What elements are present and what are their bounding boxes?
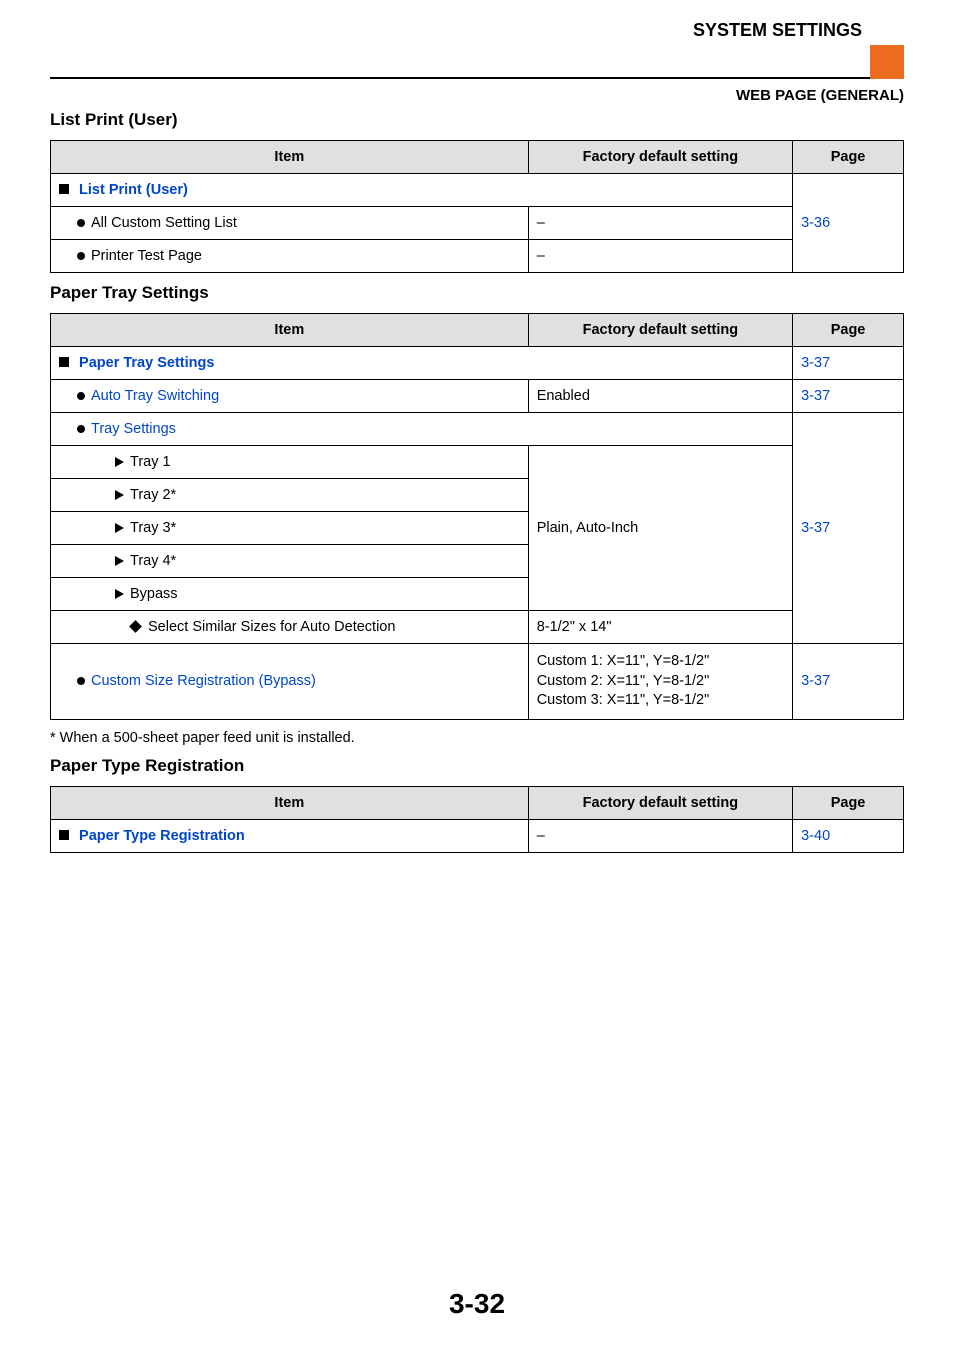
item-label: Tray 1 [130, 454, 171, 470]
page-ref-3-36[interactable]: 3-36 [793, 174, 904, 273]
th-factory: Factory default setting [528, 141, 792, 174]
page-ref-3-37[interactable]: 3-37 [793, 380, 904, 413]
page-ref-3-40[interactable]: 3-40 [793, 819, 904, 852]
bullet-icon [77, 219, 85, 227]
page-number: 3-32 [0, 1288, 954, 1320]
link-custom-size-registration[interactable]: Custom Size Registration (Bypass) [91, 673, 316, 689]
orange-accent-bar [870, 45, 904, 79]
row-printer-test-page: Printer Test Page [51, 240, 529, 273]
th-item: Item [51, 786, 529, 819]
triangle-icon [115, 523, 124, 533]
th-factory: Factory default setting [528, 314, 792, 347]
item-label: Printer Test Page [91, 248, 202, 264]
system-settings-heading: SYSTEM SETTINGS [693, 20, 870, 45]
section-title-paper-type: Paper Type Registration [50, 756, 904, 776]
custom-size-line: Custom 1: X=11", Y=8-1/2" [537, 652, 784, 672]
page-ref-3-37[interactable]: 3-37 [793, 644, 904, 720]
square-icon [59, 357, 69, 367]
row-tray-settings: Tray Settings [51, 413, 793, 446]
cell-factory: 8-1/2" x 14" [528, 611, 792, 644]
square-icon [59, 184, 69, 194]
th-item: Item [51, 314, 529, 347]
link-paper-tray-settings[interactable]: Paper Tray Settings [79, 355, 214, 371]
item-label: All Custom Setting List [91, 215, 237, 231]
square-icon [59, 830, 69, 840]
link-auto-tray-switching[interactable]: Auto Tray Switching [91, 388, 219, 404]
cell-factory: – [528, 819, 792, 852]
row-paper-type-registration: Paper Type Registration [51, 819, 529, 852]
bullet-icon [77, 425, 85, 433]
th-item: Item [51, 141, 529, 174]
row-bypass: Bypass [51, 578, 529, 611]
page-ref-3-37[interactable]: 3-37 [793, 413, 904, 644]
link-tray-settings[interactable]: Tray Settings [91, 421, 176, 437]
row-select-similar: Select Similar Sizes for Auto Detection [51, 611, 529, 644]
cell-factory-custom-sizes: Custom 1: X=11", Y=8-1/2" Custom 2: X=11… [528, 644, 792, 720]
triangle-icon [115, 589, 124, 599]
item-label: Tray 3* [130, 520, 176, 536]
bullet-icon [77, 677, 85, 685]
item-label: Tray 2* [130, 487, 176, 503]
section-title-list-print: List Print (User) [50, 110, 904, 130]
custom-size-line: Custom 3: X=11", Y=8-1/2" [537, 691, 784, 711]
sub-header: WEB PAGE (GENERAL) [50, 87, 904, 104]
item-label: Select Similar Sizes for Auto Detection [148, 619, 395, 635]
row-tray2: Tray 2* [51, 479, 529, 512]
th-page: Page [793, 786, 904, 819]
row-list-print-header: List Print (User) [51, 174, 793, 207]
header-rule [50, 45, 870, 79]
item-label: Tray 4* [130, 553, 176, 569]
th-page: Page [793, 314, 904, 347]
link-paper-type-registration[interactable]: Paper Type Registration [79, 828, 245, 844]
table-list-print: Item Factory default setting Page List P… [50, 140, 904, 273]
row-custom-size-registration: Custom Size Registration (Bypass) [51, 644, 529, 720]
row-tray4: Tray 4* [51, 545, 529, 578]
bullet-icon [77, 392, 85, 400]
cell-factory-trays: Plain, Auto-Inch [528, 446, 792, 611]
triangle-icon [115, 490, 124, 500]
cell-factory: – [528, 207, 792, 240]
item-label: Bypass [130, 586, 178, 602]
row-tray3: Tray 3* [51, 512, 529, 545]
cell-factory: – [528, 240, 792, 273]
diamond-icon [129, 620, 142, 633]
link-list-print-user[interactable]: List Print (User) [79, 182, 188, 198]
section-title-paper-tray: Paper Tray Settings [50, 283, 904, 303]
row-paper-tray-header: Paper Tray Settings [51, 347, 793, 380]
th-factory: Factory default setting [528, 786, 792, 819]
footnote-500-sheet: * When a 500-sheet paper feed unit is in… [50, 730, 904, 746]
table-paper-tray: Item Factory default setting Page Paper … [50, 313, 904, 720]
cell-factory: Enabled [528, 380, 792, 413]
page-ref-3-37[interactable]: 3-37 [793, 347, 904, 380]
table-paper-type: Item Factory default setting Page Paper … [50, 786, 904, 853]
triangle-icon [115, 556, 124, 566]
triangle-icon [115, 457, 124, 467]
bullet-icon [77, 252, 85, 260]
row-all-custom-setting-list: All Custom Setting List [51, 207, 529, 240]
custom-size-line: Custom 2: X=11", Y=8-1/2" [537, 672, 784, 692]
row-tray1: Tray 1 [51, 446, 529, 479]
th-page: Page [793, 141, 904, 174]
row-auto-tray-switching: Auto Tray Switching [51, 380, 529, 413]
